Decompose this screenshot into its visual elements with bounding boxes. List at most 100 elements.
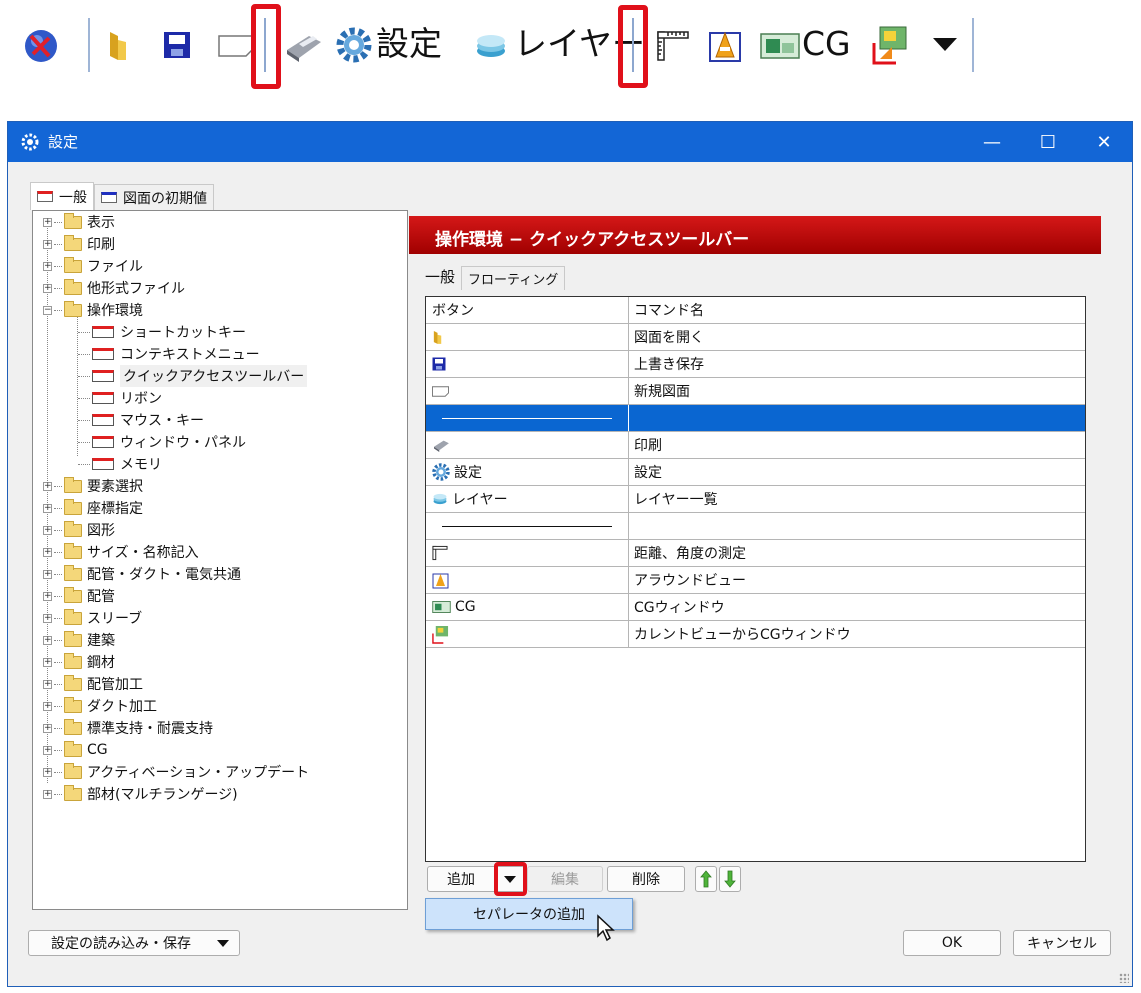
load-save-settings-button[interactable]: 設定の読み込み・保存 [28,930,240,956]
tab-general[interactable]: 一般 [30,182,94,210]
tree-item[interactable]: + スリーブ [43,607,142,629]
table-row-selected[interactable] [426,405,1085,432]
table-row[interactable]: 距離、角度の測定 [426,540,1085,567]
current-view-cg-icon[interactable] [872,25,908,65]
expand-icon[interactable]: + [43,657,52,667]
tree-item[interactable]: + 部材(マルチランゲージ) [43,783,238,805]
subtab-general[interactable]: 一般 [419,262,461,290]
tree-item[interactable]: + CG [43,739,108,761]
collapse-icon[interactable]: − [43,305,52,315]
folder-icon [64,542,82,559]
move-up-button[interactable] [695,866,717,892]
gear-icon[interactable] [336,27,372,63]
open-folder-icon[interactable] [106,28,132,62]
resize-grip[interactable] [1119,973,1129,983]
table-row[interactable]: 印刷 [426,432,1085,459]
settings-toolbar-label[interactable]: 設定 [376,20,442,68]
expand-icon[interactable]: + [43,701,52,711]
layer-icon[interactable] [474,33,508,59]
expand-icon[interactable]: + [43,283,52,293]
add-button[interactable]: 追加 [427,866,495,892]
around-view-icon[interactable] [708,27,744,63]
expand-icon[interactable]: + [43,679,52,689]
folder-icon [64,234,82,251]
toolbar-button-grid[interactable]: ボタン コマンド名 図面を開く 上書き保存 新規図面 印刷 設定 設定 レイヤー… [425,296,1086,862]
delete-button[interactable]: 削除 [607,866,685,892]
expand-icon[interactable]: + [43,767,52,777]
column-header-button: ボタン [426,297,629,323]
cancel-button[interactable]: キャンセル [1013,930,1111,956]
maximize-button[interactable]: ☐ [1020,122,1076,162]
expand-icon[interactable]: + [43,261,52,271]
tree-child-item[interactable]: リボン [78,387,162,409]
tab-drawing-defaults[interactable]: 図面の初期値 [94,184,214,210]
tree-child-item[interactable]: ウィンドウ・パネル [78,431,246,453]
tree-child-item[interactable]: メモリ [78,453,162,475]
tree-item[interactable]: + 印刷 [43,233,115,255]
close-button[interactable]: ✕ [1076,122,1132,162]
measure-icon[interactable] [656,30,690,62]
tree-item[interactable]: + ファイル [43,255,143,277]
tree-item[interactable]: + 配管・ダクト・電気共通 [43,563,241,585]
tree-item[interactable]: + 座標指定 [43,497,143,519]
save-icon[interactable] [163,31,191,59]
expand-icon[interactable]: + [43,503,52,513]
tab-drawing-defaults-label: 図面の初期値 [123,190,207,207]
expand-icon[interactable]: + [43,591,52,601]
expand-icon[interactable]: + [43,547,52,557]
table-row[interactable]: アラウンドビュー [426,567,1085,594]
tree-item[interactable]: + 図形 [43,519,115,541]
chevron-down-icon [217,939,229,947]
tree-child-item[interactable]: ショートカットキー [78,321,246,343]
tree-item-operation-env[interactable]: − 操作環境 [43,299,143,321]
table-row[interactable]: CG CGウィンドウ [426,594,1085,621]
subtab-floating[interactable]: フローティング [461,266,566,290]
separator-highlight [618,5,648,88]
tree-item[interactable]: + 鋼材 [43,651,115,673]
tree-child-item[interactable]: コンテキストメニュー [78,343,260,365]
toolbar-dropdown-arrow[interactable] [933,38,957,51]
expand-icon[interactable]: + [43,723,52,733]
app-logo-icon[interactable] [23,28,59,64]
table-row[interactable]: レイヤー レイヤー一覧 [426,486,1085,513]
tree-child-item[interactable]: マウス・キー [78,409,204,431]
expand-icon[interactable]: + [43,481,52,491]
expand-icon[interactable]: + [43,239,52,249]
folder-icon [64,608,82,625]
tree-item[interactable]: + 表示 [43,211,115,233]
tree-item[interactable]: + ダクト加工 [43,695,157,717]
table-row[interactable]: 図面を開く [426,324,1085,351]
table-row[interactable]: カレントビューからCGウィンドウ [426,621,1085,648]
table-row[interactable]: 設定 設定 [426,459,1085,486]
expand-icon[interactable]: + [43,789,52,799]
expand-icon[interactable]: + [43,569,52,579]
table-row[interactable]: 上書き保存 [426,351,1085,378]
tree-item[interactable]: + サイズ・名称記入 [43,541,199,563]
expand-icon[interactable]: + [43,635,52,645]
table-row[interactable]: 新規図面 [426,378,1085,405]
move-down-button[interactable] [719,866,741,892]
edit-button[interactable]: 編集 [527,866,603,892]
expand-icon[interactable]: + [43,217,52,227]
ok-button[interactable]: OK [903,930,1001,956]
arrow-up-icon [700,870,712,888]
tree-item[interactable]: + アクティベーション・アップデート [43,761,309,783]
expand-icon[interactable]: + [43,525,52,535]
minimize-button[interactable]: — [964,122,1020,162]
cg-window-icon[interactable] [760,33,800,59]
dialog-title-bar[interactable]: 設定 — ☐ ✕ [8,122,1132,162]
table-row[interactable] [426,513,1085,540]
settings-tree[interactable]: + 表示 + 印刷 + ファイル + 他形式ファイル − 操作環境 ショートカットキー コ… [32,210,408,910]
tree-item[interactable]: + 建築 [43,629,115,651]
tree-item[interactable]: + 標準支持・耐震支持 [43,717,213,739]
expand-icon[interactable]: + [43,613,52,623]
expand-icon[interactable]: + [43,745,52,755]
print-icon[interactable] [283,30,323,62]
tree-item[interactable]: + 配管加工 [43,673,143,695]
tree-child-item-selected[interactable]: クイックアクセスツールバー [78,365,308,387]
tree-item[interactable]: + 他形式ファイル [43,277,185,299]
tree-item[interactable]: + 配管 [43,585,115,607]
cg-toolbar-label[interactable]: CG [802,20,851,68]
new-drawing-icon[interactable] [218,35,254,57]
tree-item[interactable]: + 要素選択 [43,475,143,497]
